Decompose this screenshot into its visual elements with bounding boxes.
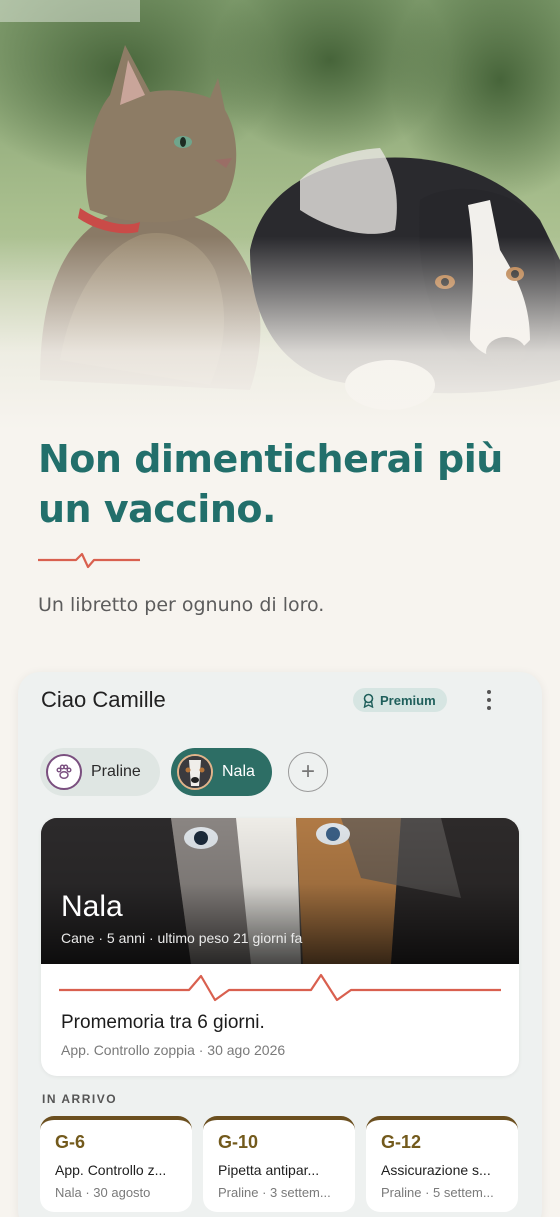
greeting-text: Ciao Camille	[41, 687, 166, 712]
upcoming-title: App. Controllo z...	[55, 1162, 167, 1178]
upcoming-section-label: IN ARRIVO	[42, 1092, 118, 1106]
premium-label: Premium	[380, 692, 436, 708]
paw-icon	[46, 754, 82, 790]
nala-avatar	[177, 754, 213, 790]
upcoming-countdown: G-6	[55, 1132, 86, 1152]
app-preview-card: Ciao Camille Premium Praline Nala + Nala…	[18, 672, 542, 1217]
upcoming-countdown: G-12	[381, 1132, 422, 1152]
heartbeat-divider	[38, 552, 140, 569]
pet-name: Nala	[61, 890, 123, 923]
heartbeat-line	[59, 973, 501, 1002]
premium-badge[interactable]: Premium	[353, 688, 447, 712]
hero-subtitle: Un libretto per ognuno di loro.	[38, 594, 325, 616]
hero-headline: Non dimenticherai più un vaccino.	[38, 437, 503, 531]
upcoming-subtitle: Praline · 3 settem...	[218, 1185, 331, 1200]
award-icon	[363, 693, 374, 708]
upcoming-subtitle: Praline · 5 settem...	[381, 1185, 494, 1200]
upcoming-countdown: G-10	[218, 1132, 259, 1152]
reminder-subtitle: App. Controllo zoppia · 30 ago 2026	[61, 1042, 286, 1058]
hero-section	[0, 0, 560, 430]
upcoming-card[interactable]: G-10 Pipetta antipar... Praline · 3 sett…	[203, 1116, 355, 1212]
reminder-title: Promemoria tra 6 giorni.	[61, 1012, 265, 1033]
upcoming-subtitle: Nala · 30 agosto	[55, 1185, 151, 1200]
pet-chip-nala[interactable]: Nala	[171, 748, 272, 796]
pet-chip-praline[interactable]: Praline	[40, 748, 160, 796]
add-pet-button[interactable]: +	[288, 752, 328, 792]
pet-chip-label: Nala	[222, 763, 255, 780]
upcoming-title: Pipetta antipar...	[218, 1162, 320, 1178]
upcoming-card[interactable]: G-6 App. Controllo z... Nala · 30 agosto	[40, 1116, 192, 1212]
hero-fade-overlay	[0, 0, 560, 430]
pet-chip-label: Praline	[91, 763, 141, 780]
more-options-icon[interactable]	[480, 688, 498, 712]
featured-pet-card[interactable]: Nala Cane · 5 anni · ultimo peso 21 gior…	[41, 818, 519, 1076]
upcoming-title: Assicurazione s...	[381, 1162, 491, 1178]
upcoming-card[interactable]: G-12 Assicurazione s... Praline · 5 sett…	[366, 1116, 518, 1212]
pet-meta: Cane · 5 anni · ultimo peso 21 giorni fa	[61, 930, 303, 946]
